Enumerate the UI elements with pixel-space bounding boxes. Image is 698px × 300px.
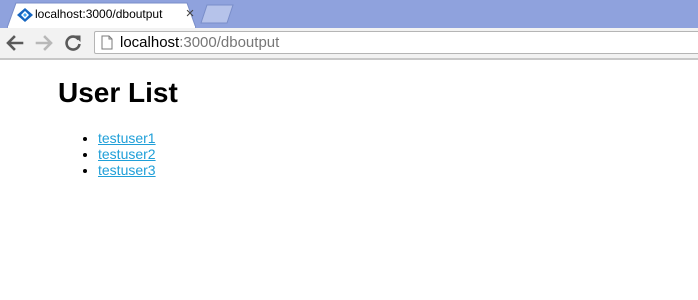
close-tab-icon[interactable]: ×	[183, 6, 197, 22]
address-url[interactable]: localhost:3000/dboutput	[120, 33, 279, 52]
tab-title: localhost:3000/dboutput	[35, 7, 163, 21]
list-item: testuser1	[98, 130, 156, 146]
forward-arrow-icon[interactable]	[34, 33, 54, 53]
browser-tab[interactable]: localhost:3000/dboutput ×	[7, 2, 196, 28]
user-link[interactable]: testuser1	[98, 130, 156, 146]
browser-toolbar: localhost:3000/dboutput	[0, 28, 698, 58]
blue-diamond-icon	[17, 8, 33, 22]
list-item: testuser3	[98, 162, 156, 178]
user-link[interactable]: testuser3	[98, 162, 156, 178]
back-arrow-icon[interactable]	[5, 33, 25, 53]
new-tab-button[interactable]	[199, 4, 235, 24]
browser-window: localhost:3000/dboutput × localhost:3000…	[0, 0, 698, 300]
list-item: testuser2	[98, 146, 156, 162]
user-list: testuser1 testuser2 testuser3	[58, 130, 156, 178]
page-title: User List	[58, 77, 178, 108]
tab-strip: localhost:3000/dboutput ×	[0, 0, 698, 28]
address-bar[interactable]: localhost:3000/dboutput	[94, 31, 698, 54]
url-host: localhost	[120, 34, 180, 51]
url-path: :3000/dboutput	[179, 34, 280, 51]
user-link[interactable]: testuser2	[98, 146, 156, 162]
reload-icon[interactable]	[63, 33, 83, 53]
page-icon	[101, 35, 113, 50]
